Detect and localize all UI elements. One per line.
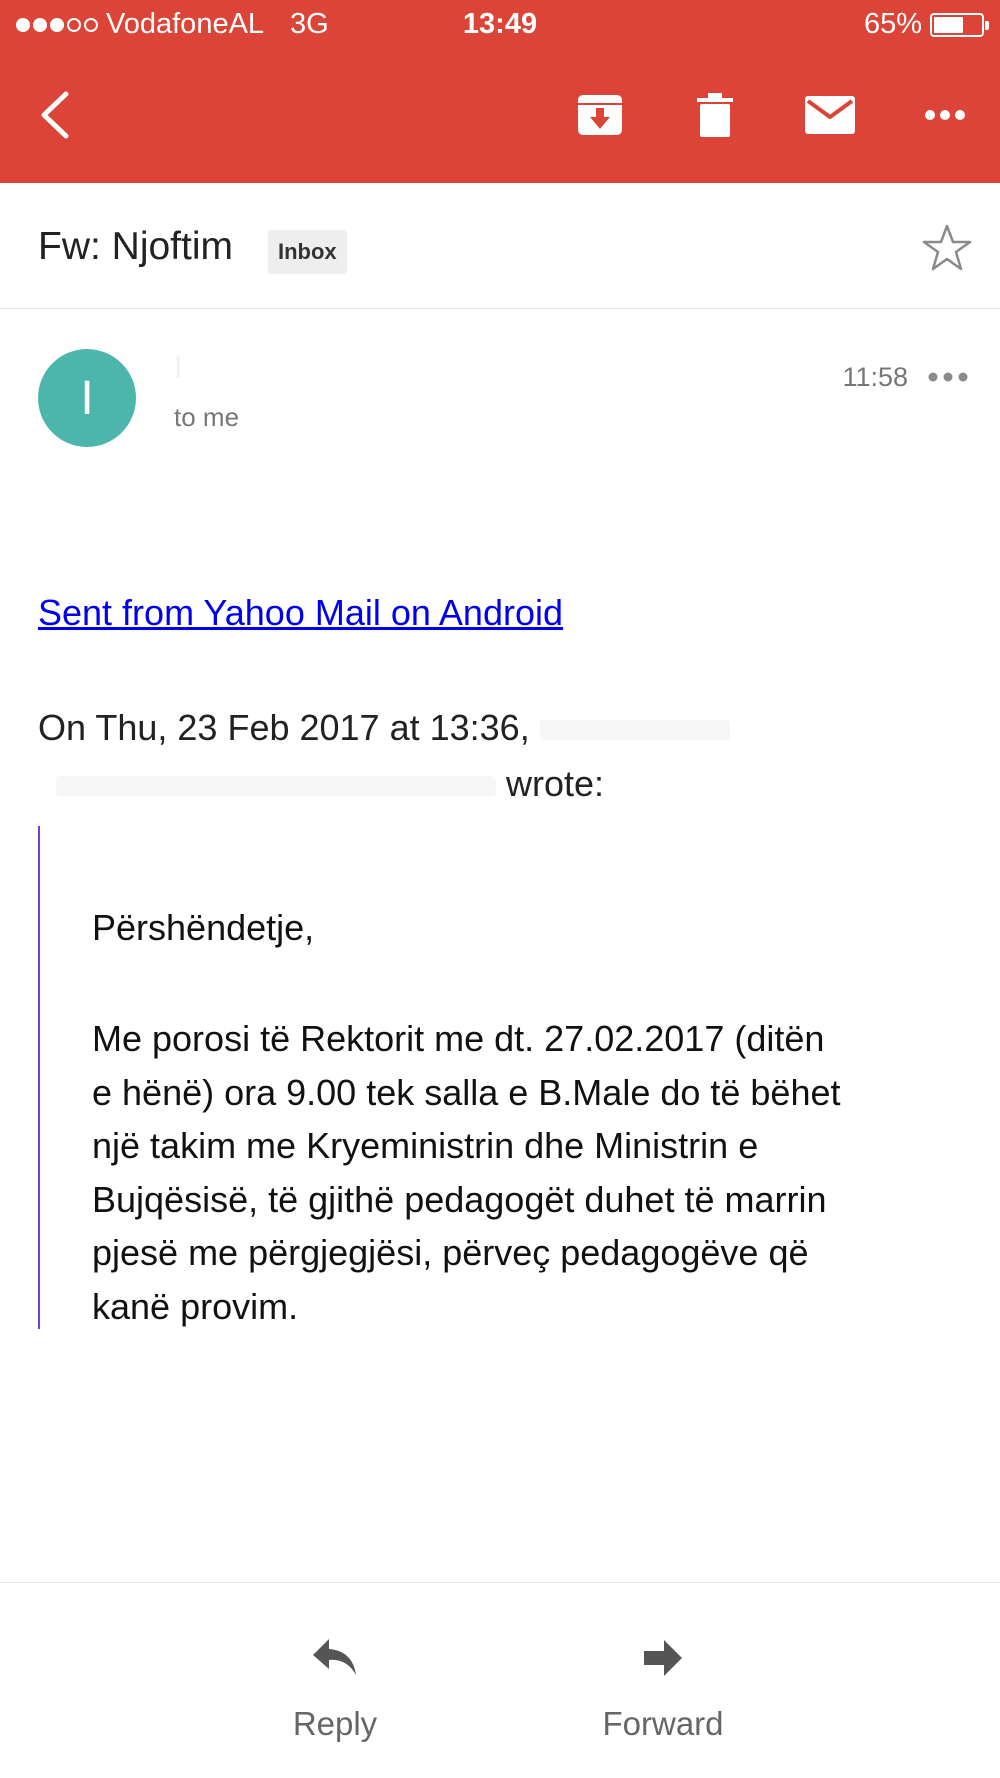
battery-fill [934,16,963,33]
subject-row: Fw: Njoftim Inbox [0,183,1000,309]
trash-icon [697,93,733,137]
message-time: 11:58 [842,362,908,392]
delete-button[interactable] [685,85,745,145]
status-bar: VodafoneAL 3G 13:49 65% [0,0,1000,50]
reply-arrow-icon [313,1639,356,1675]
quote-header: On Thu, 23 Feb 2017 at 13:36, wrote: [38,700,938,812]
battery-status: 65% [863,8,989,41]
email-subject: Fw: Njoftim [38,225,233,268]
forward-arrow-icon [644,1640,682,1676]
quote-header-prefix: On Thu, 23 Feb 2017 at 13:36, [38,707,530,748]
reply-button[interactable]: Reply [255,1633,415,1753]
star-icon [922,224,972,271]
more-options-button[interactable] [915,85,975,145]
forward-label: Forward [602,1705,724,1742]
app-header: VodafoneAL 3G 13:49 65% [0,0,1000,183]
message-greeting: Përshëndetje, [92,907,315,948]
message-more-button[interactable] [926,365,970,389]
redacted-sender-email [56,776,496,797]
battery-icon [930,12,989,37]
star-button[interactable] [922,223,972,273]
archive-button[interactable] [570,85,630,145]
mark-unread-button[interactable] [800,85,860,145]
bottom-action-bar: Reply Forward [0,1582,1000,1778]
reply-label: Reply [292,1705,378,1742]
back-button[interactable] [30,85,80,145]
recipient-text[interactable]: to me [174,402,239,433]
avatar[interactable]: I [38,349,136,447]
sender-row[interactable]: I I to me 11:58 [0,309,1000,449]
archive-icon [578,95,622,135]
more-horizontal-icon [925,110,965,120]
quote-header-suffix: wrote: [506,763,605,804]
quoted-message: Përshëndetje, Me porosi të Rektorit me d… [38,826,938,1329]
envelope-icon [805,96,855,134]
chevron-left-icon [41,91,69,139]
status-time: 13:49 [462,8,538,40]
yahoo-signature-link[interactable]: Sent from Yahoo Mail on Android [38,592,563,634]
inbox-label-badge[interactable]: Inbox [268,230,347,274]
more-horizontal-icon [928,372,968,382]
battery-percent: 65% [863,8,922,40]
sender-name: I [174,351,183,384]
redacted-sender-name [539,720,730,741]
forward-button[interactable]: Forward [583,1633,743,1753]
message-body: Me porosi të Rektorit me dt. 27.02.2017 … [92,1018,841,1327]
